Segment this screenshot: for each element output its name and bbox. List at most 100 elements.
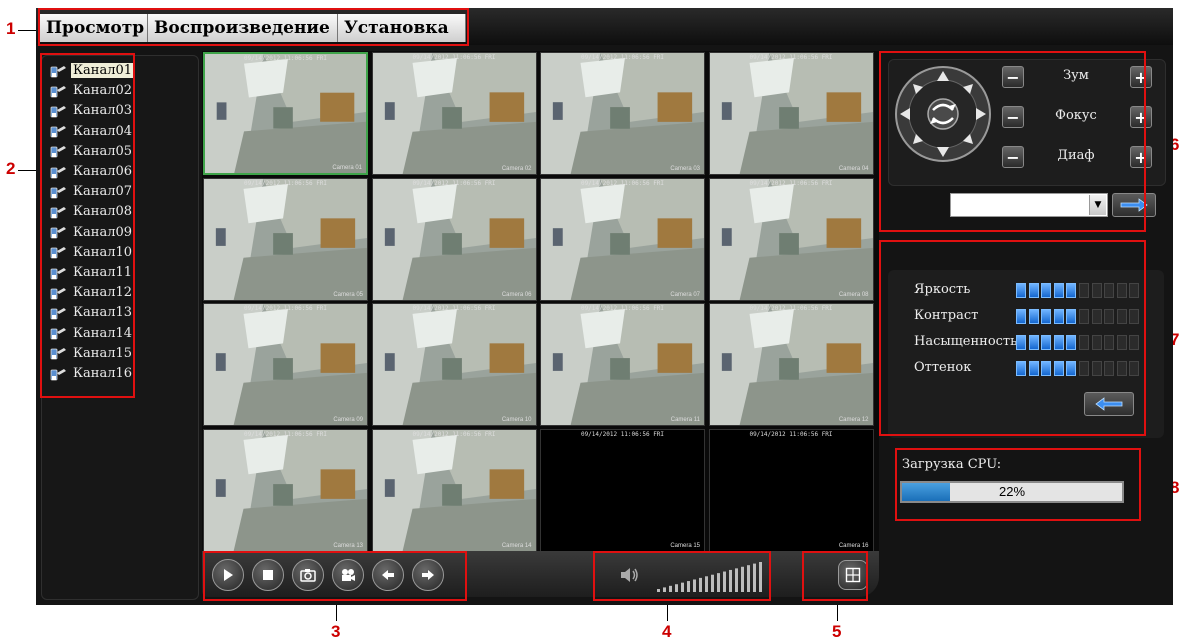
cpu-label: Загрузка CPU: — [902, 457, 1002, 472]
video-tile[interactable]: 09/14/2012 11:06:56 FRI Camera 09 — [203, 303, 368, 426]
tile-timestamp: 09/14/2012 11:06:56 FRI — [243, 305, 328, 312]
level-segment — [1104, 361, 1115, 376]
channel-item[interactable]: Канал01 — [50, 62, 135, 80]
volume-bar — [687, 581, 690, 592]
iris-plus-button[interactable]: + — [1130, 146, 1152, 168]
zoom-out-button[interactable]: − — [1002, 66, 1024, 88]
level-segment — [1079, 361, 1089, 376]
stop-button[interactable] — [252, 559, 284, 591]
tab-view[interactable]: Просмотр — [40, 14, 148, 42]
brightness-slider[interactable] — [1016, 283, 1142, 298]
ptz-direction-pad[interactable] — [893, 64, 993, 164]
video-tile[interactable]: 09/14/2012 11:06:56 FRI Camera 02 — [371, 52, 537, 175]
volume-bar — [657, 589, 660, 592]
video-tile[interactable]: 09/14/2012 11:06:56 FRI Camera 03 — [540, 52, 705, 175]
channel-label: Канал11 — [73, 265, 133, 280]
video-tile[interactable]: 09/14/2012 11:06:56 FRI Camera 06 — [371, 177, 537, 301]
focus-row: − Фокус + — [1002, 106, 1152, 134]
arrow-right-icon — [1120, 198, 1148, 212]
channel-item[interactable]: Канал14 — [50, 325, 134, 343]
video-tile[interactable]: 09/14/2012 11:06:56 FRI Camera 08 — [708, 177, 874, 301]
next-button[interactable] — [412, 559, 444, 591]
camera-feed — [204, 304, 367, 425]
camera-icon — [50, 146, 66, 158]
annotation-3: 3 — [331, 622, 341, 641]
saturation-slider[interactable] — [1016, 335, 1142, 350]
video-tile[interactable]: 09/14/2012 11:06:56 FRI Camera 01 — [203, 52, 368, 175]
preset-select[interactable]: ▼ — [950, 193, 1108, 217]
preset-go-button[interactable] — [1112, 193, 1156, 217]
volume-bar — [705, 576, 708, 592]
hue-slider[interactable] — [1016, 361, 1142, 376]
annotation-1: 1 — [6, 19, 16, 38]
volume-slider[interactable] — [657, 561, 767, 593]
volume-bar — [717, 573, 720, 592]
image-adjust-panel: Яркость Контраст Насыщенность Оттенок — [884, 246, 1167, 441]
previous-button[interactable] — [372, 559, 404, 591]
top-menu-bar: Просмотр Воспроизведение Установка — [36, 8, 1173, 45]
cpu-percent: 22% — [998, 484, 1026, 499]
hue-label: Оттенок — [914, 360, 972, 375]
tile-timestamp: 09/14/2012 11:06:56 FRI — [412, 430, 496, 438]
speaker-icon[interactable] — [620, 567, 640, 583]
channel-item[interactable]: Канал10 — [50, 244, 134, 262]
video-tile[interactable]: 09/14/2012 11:06:56 FRI Camera 04 — [708, 52, 874, 175]
level-segment — [1079, 283, 1089, 298]
channel-item[interactable]: Канал03 — [50, 102, 134, 120]
tile-camera-name: Camera 10 — [501, 417, 532, 423]
video-tile[interactable]: 09/14/2012 11:06:56 FRI Camera 10 — [371, 303, 537, 426]
video-tile[interactable]: 09/14/2012 11:06:56 FRI Camera 13 — [203, 428, 368, 552]
focus-plus-button[interactable]: + — [1130, 106, 1152, 128]
level-segment — [1016, 335, 1026, 350]
contrast-slider[interactable] — [1016, 309, 1142, 324]
zoom-in-button[interactable]: + — [1130, 66, 1152, 88]
video-tile[interactable]: 09/14/2012 11:06:56 FRI Camera 07 — [540, 177, 705, 301]
reset-colors-button[interactable] — [1084, 392, 1134, 416]
level-segment — [1041, 309, 1052, 324]
camera-feed — [372, 304, 536, 425]
prev-icon — [382, 570, 394, 580]
dropdown-arrow-icon[interactable]: ▼ — [1089, 195, 1106, 215]
level-segment — [1041, 361, 1052, 376]
video-tile[interactable]: 09/14/2012 11:06:56 FRI Camera 12 — [708, 303, 874, 426]
channel-item[interactable]: Канал16 — [50, 365, 134, 383]
iris-minus-button[interactable]: − — [1002, 146, 1024, 168]
channel-label: Канал10 — [73, 244, 133, 260]
channel-item[interactable]: Канал11 — [50, 264, 134, 282]
channel-item[interactable]: Канал07 — [50, 183, 134, 201]
channel-item[interactable]: Канал02 — [50, 82, 134, 100]
tab-settings[interactable]: Установка — [338, 14, 466, 42]
channel-label: Канал04 — [73, 123, 133, 139]
level-segment — [1066, 361, 1077, 376]
layout-button[interactable] — [838, 560, 868, 590]
tab-playback[interactable]: Воспроизведение — [148, 14, 338, 42]
next-icon — [422, 570, 434, 580]
level-segment — [1116, 283, 1127, 298]
level-segment — [1116, 335, 1127, 350]
channel-item[interactable]: Канал08 — [50, 203, 134, 221]
focus-minus-button[interactable]: − — [1002, 106, 1024, 128]
volume-bar — [693, 579, 696, 592]
camera-icon — [50, 307, 66, 320]
channel-item[interactable]: Канал12 — [50, 284, 134, 302]
level-segment — [1129, 361, 1140, 376]
play-button[interactable] — [212, 559, 244, 591]
video-tile[interactable]: 09/14/2012 11:06:56 FRI Camera 16 — [708, 428, 874, 552]
volume-bar — [759, 562, 762, 592]
snapshot-icon — [300, 569, 316, 582]
video-tile[interactable]: 09/14/2012 11:06:56 FRI Camera 14 — [371, 428, 537, 552]
video-tile[interactable]: 09/14/2012 11:06:56 FRI Camera 15 — [540, 428, 705, 552]
channel-item[interactable]: Канал13 — [50, 304, 134, 322]
volume-bar — [753, 563, 756, 592]
level-segment — [1116, 309, 1127, 324]
channel-item[interactable]: Канал09 — [50, 224, 134, 242]
channel-item[interactable]: Канал05 — [50, 143, 134, 161]
channel-item[interactable]: Канал15 — [50, 345, 134, 363]
channel-item[interactable]: Канал06 — [50, 163, 134, 181]
record-button[interactable] — [332, 559, 364, 591]
snapshot-button[interactable] — [292, 559, 324, 591]
video-tile[interactable]: 09/14/2012 11:06:56 FRI Camera 05 — [203, 177, 368, 301]
channel-item[interactable]: Канал04 — [50, 123, 134, 141]
level-segment — [1091, 283, 1102, 298]
video-tile[interactable]: 09/14/2012 11:06:56 FRI Camera 11 — [540, 303, 705, 426]
